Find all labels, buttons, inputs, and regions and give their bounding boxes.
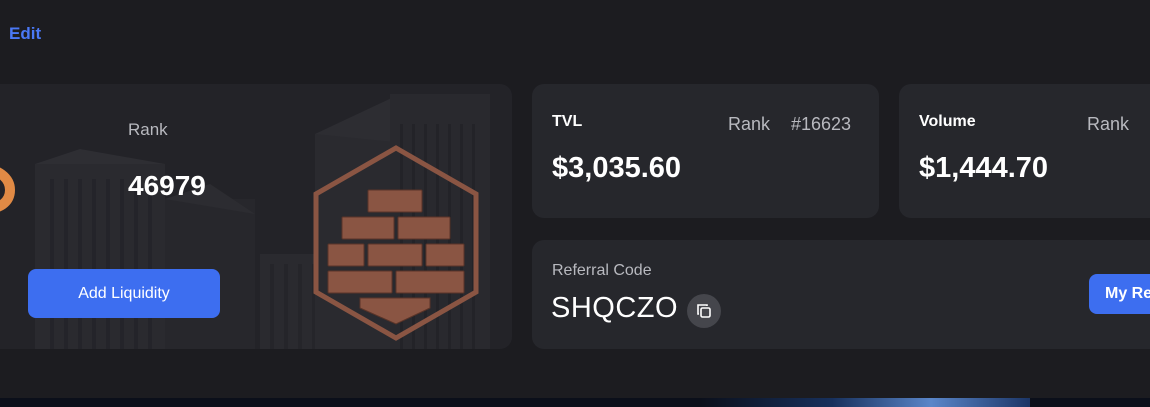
referral-code-label: Referral Code	[552, 262, 652, 279]
copy-button[interactable]	[687, 294, 721, 328]
my-referrals-button[interactable]: My Re	[1089, 274, 1150, 314]
edit-link[interactable]: Edit	[9, 24, 41, 44]
volume-rank-label: Rank	[1087, 114, 1130, 134]
copy-icon	[697, 304, 711, 318]
referral-code: SHQCZO	[551, 292, 679, 324]
background-image-strip	[0, 398, 1150, 407]
rank-value: 46979	[128, 170, 206, 201]
tvl-rank-label: Rank	[728, 114, 771, 134]
volume-value: $1,444.70	[919, 152, 1049, 184]
tvl-card: TVL Rank #16623 $3,035.60	[532, 84, 879, 218]
tvl-rank-value: #16623	[791, 114, 852, 134]
volume-label: Volume	[919, 113, 976, 130]
volume-card: Volume Rank $1,444.70	[899, 84, 1150, 218]
tvl-label: TVL	[552, 113, 583, 130]
brick-wall-badge-icon	[313, 145, 479, 341]
profile-card: Rank 46979 Add Liquidity	[0, 84, 512, 349]
background-glow	[700, 398, 1030, 407]
referral-card: Referral Code SHQCZO My Re	[532, 240, 1150, 349]
tvl-value: $3,035.60	[552, 152, 682, 184]
avatar-partial-icon	[0, 154, 16, 214]
rank-label: Rank	[128, 120, 168, 139]
add-liquidity-button[interactable]: Add Liquidity	[28, 269, 220, 318]
